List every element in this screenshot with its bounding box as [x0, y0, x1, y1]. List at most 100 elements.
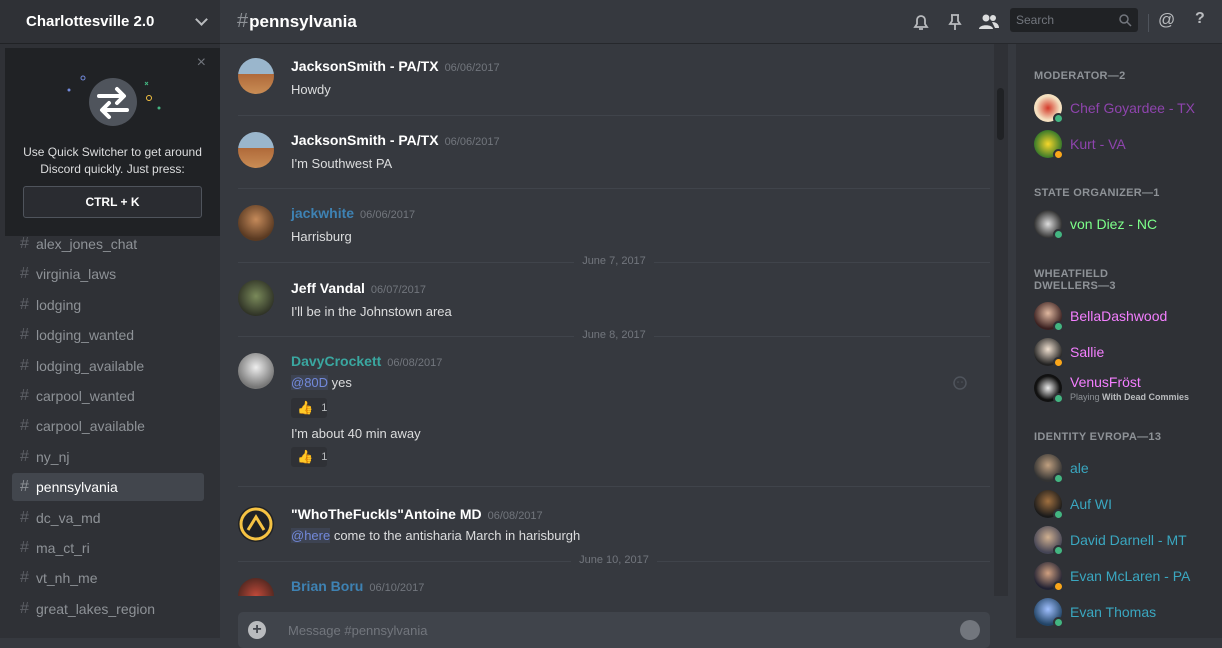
member-item[interactable]: David Darnell - MT [1034, 526, 1222, 558]
server-header[interactable]: Charlottesville 2.0 [0, 0, 220, 44]
member-item[interactable]: BellaDashwood [1034, 302, 1222, 334]
member-name[interactable]: Kurt - VA [1070, 136, 1126, 152]
avatar[interactable] [238, 58, 274, 94]
message-text: I'll be in the Johnstown area [291, 304, 452, 319]
emoji-icon[interactable] [960, 620, 980, 640]
scrollbar-thumb[interactable] [997, 88, 1004, 140]
channel-name: carpool_available [36, 418, 145, 434]
avatar[interactable] [238, 280, 274, 316]
channel-name: lodging_wanted [36, 327, 135, 343]
status-indicator [1053, 393, 1064, 404]
role-header: WHEATFIELD DWELLERS—3 [1034, 268, 1116, 292]
hash-icon: # [20, 326, 29, 343]
help-icon[interactable]: ? [1195, 10, 1205, 28]
avatar[interactable] [238, 506, 274, 542]
status-indicator [1053, 545, 1064, 556]
identity-logo-icon [239, 507, 273, 541]
avatar[interactable] [238, 353, 274, 389]
member-name[interactable]: Sallie [1070, 344, 1104, 360]
channel-item-vt_nh_me[interactable]: # vt_nh_me [12, 564, 204, 592]
close-icon[interactable]: × [197, 54, 206, 72]
status-indicator [1053, 617, 1064, 628]
members-icon[interactable] [977, 10, 1001, 34]
hash-icon: # [237, 10, 249, 32]
pin-icon[interactable] [943, 10, 967, 34]
avatar[interactable] [238, 132, 274, 168]
message-author[interactable]: Brian Boru 06/10/2017 [291, 578, 424, 594]
member-item[interactable]: Auf WI [1034, 490, 1222, 522]
add-reaction-icon[interactable] [952, 375, 968, 391]
member-item[interactable]: von Diez - NC [1034, 210, 1222, 242]
channel-name: vt_nh_me [36, 570, 98, 586]
message-text: I'm about 40 min away [291, 426, 421, 441]
member-name[interactable]: Evan McLaren - PA [1070, 568, 1190, 584]
chat-header: #pennsylvania Search @ ? [220, 0, 1222, 44]
message-text: @80D yes [291, 375, 352, 390]
member-name[interactable]: von Diez - NC [1070, 216, 1157, 232]
channel-item-lodging_wanted[interactable]: # lodging_wanted [12, 321, 204, 349]
member-item[interactable]: Chef Goyardee - TX [1034, 94, 1222, 126]
message-text: Howdy [291, 82, 331, 97]
hash-icon: # [20, 448, 29, 465]
reaction-thumbs-up[interactable]: 👍 1 [291, 398, 327, 418]
member-name[interactable]: ale [1070, 460, 1089, 476]
status-indicator [1053, 473, 1064, 484]
channel-item-carpool_wanted[interactable]: # carpool_wanted [12, 382, 204, 410]
hash-icon: # [20, 600, 29, 617]
member-name[interactable]: Auf WI [1070, 496, 1112, 512]
member-item[interactable]: VenusFröst Playing With Dead Commies [1034, 374, 1222, 406]
member-name[interactable]: BellaDashwood [1070, 308, 1167, 324]
channel-item-ma_ct_ri[interactable]: # ma_ct_ri [12, 534, 204, 562]
avatar[interactable] [238, 578, 274, 596]
server-name: Charlottesville 2.0 [26, 13, 155, 30]
channel-item-dc_va_md[interactable]: # dc_va_md [12, 504, 204, 532]
shortcut-key-button[interactable]: CTRL + K [23, 186, 202, 218]
here-mention[interactable]: @here [291, 528, 331, 543]
channel-item-great_lakes_region[interactable]: # great_lakes_region [12, 595, 204, 623]
channel-item-lodging[interactable]: # lodging [12, 291, 204, 319]
header-separator [1148, 14, 1149, 32]
member-item[interactable]: Kurt - VA [1034, 130, 1222, 162]
channel-item-lodging_available[interactable]: # lodging_available [12, 352, 204, 380]
message-divider [238, 115, 990, 116]
member-name[interactable]: VenusFröst [1070, 374, 1141, 390]
bell-icon[interactable] [909, 10, 933, 34]
channel-item-ny_nj[interactable]: # ny_nj [12, 443, 204, 471]
message-author[interactable]: JacksonSmith - PA/TX 06/06/2017 [291, 132, 500, 148]
member-name[interactable]: David Darnell - MT [1070, 532, 1187, 548]
message-author[interactable]: JacksonSmith - PA/TX 06/06/2017 [291, 58, 500, 74]
status-indicator [1053, 113, 1064, 124]
avatar[interactable] [238, 205, 274, 241]
member-name[interactable]: Chef Goyardee - TX [1070, 100, 1195, 116]
status-indicator [1053, 321, 1064, 332]
message-author[interactable]: DavyCrockett 06/08/2017 [291, 353, 442, 369]
member-item[interactable]: ale [1034, 454, 1222, 486]
search-input[interactable]: Search [1010, 8, 1138, 32]
message-text: @here come to the antisharia March in ha… [291, 528, 581, 543]
hash-icon: # [20, 235, 29, 252]
channel-item-pennsylvania[interactable]: # pennsylvania [12, 473, 204, 501]
message-composer[interactable]: + Message #pennsylvania [238, 612, 990, 648]
member-item[interactable]: Sallie [1034, 338, 1222, 370]
member-item[interactable]: Evan Thomas [1034, 598, 1222, 630]
hash-icon: # [20, 265, 29, 282]
upload-button[interactable]: + [248, 621, 266, 639]
channel-item-carpool_available[interactable]: # carpool_available [12, 412, 204, 440]
status-indicator [1053, 581, 1064, 592]
channel-name: lodging_available [36, 358, 145, 374]
channel-item-virginia_laws[interactable]: # virginia_laws [12, 260, 204, 288]
member-item[interactable]: Evan McLaren - PA [1034, 562, 1222, 594]
hash-icon: # [20, 296, 29, 313]
message-list[interactable]: JacksonSmith - PA/TX 06/06/2017 Howdy Jac… [220, 44, 1002, 596]
member-name[interactable]: Evan Thomas [1070, 604, 1156, 620]
member-activity: Playing With Dead Commies [1070, 392, 1189, 402]
mention-icon[interactable]: @ [1158, 10, 1175, 30]
message-input[interactable]: Message #pennsylvania [288, 623, 427, 638]
user-mention[interactable]: @80D [291, 375, 329, 390]
message-author[interactable]: jackwhite 06/06/2017 [291, 205, 415, 221]
chevron-down-icon[interactable] [195, 13, 208, 26]
channel-item-alex_jones_chat[interactable]: # alex_jones_chat [12, 230, 204, 258]
reaction-thumbs-up[interactable]: 👍 1 [291, 447, 327, 467]
message-author[interactable]: "WhoTheFuckIs"Antoine MD 06/08/2017 [291, 506, 543, 522]
message-author[interactable]: Jeff Vandal 06/07/2017 [291, 280, 426, 296]
